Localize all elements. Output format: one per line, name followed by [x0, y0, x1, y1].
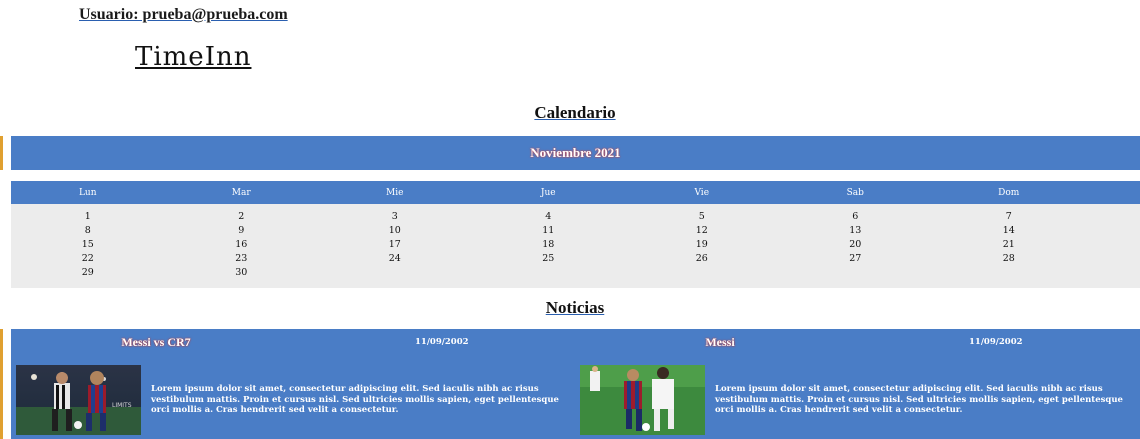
- soccer-photo-icon: LIMITS: [16, 365, 141, 435]
- news-card-title[interactable]: Messi vs CR7: [11, 335, 301, 350]
- day-column-dom: 7 14 21 28: [932, 210, 1086, 288]
- month-label: Noviembre 2021: [530, 145, 621, 160]
- calendar-day[interactable]: 21: [1003, 238, 1015, 252]
- calendar-day[interactable]: 15: [82, 238, 94, 252]
- user-label[interactable]: Usuario: prueba@prueba.com: [79, 6, 288, 24]
- calendar-day[interactable]: 11: [542, 224, 554, 238]
- calendar-day[interactable]: 10: [389, 224, 401, 238]
- news-title[interactable]: Noticias: [0, 298, 1140, 318]
- weekday-header-row: Lun Mar Mie Jue Vie Sab Dom: [11, 181, 1140, 204]
- calendar-day[interactable]: 12: [696, 224, 708, 238]
- calendar-day[interactable]: 9: [238, 224, 244, 238]
- calendar-day[interactable]: 13: [849, 224, 861, 238]
- news-photo-soccer[interactable]: [580, 365, 705, 435]
- news-card-title[interactable]: Messi: [575, 335, 865, 350]
- day-column-lun: 1 8 15 22 29: [11, 210, 165, 288]
- left-accent-news: [0, 329, 3, 439]
- calendar-day[interactable]: 2: [238, 210, 244, 224]
- calendar-day[interactable]: 18: [542, 238, 554, 252]
- day-column-vie: 5 12 19 26: [625, 210, 779, 288]
- calendar-title[interactable]: Calendario: [0, 103, 1140, 123]
- calendar-day[interactable]: 4: [545, 210, 551, 224]
- weekday-jue: Jue: [540, 187, 556, 198]
- calendar-day[interactable]: 25: [542, 252, 554, 266]
- news-card-body: Lorem ipsum dolor sit amet, consectetur …: [151, 384, 559, 415]
- weekday-mar: Mar: [231, 187, 251, 198]
- day-column-jue: 4 11 18 25: [472, 210, 626, 288]
- brand-title[interactable]: TimeInn: [135, 42, 251, 72]
- day-column-mar: 2 9 16 23 30: [165, 210, 319, 288]
- weekday-mie: Mie: [386, 187, 404, 198]
- calendar-day[interactable]: 26: [696, 252, 708, 266]
- weekday-vie: Vie: [694, 187, 710, 198]
- calendar-day[interactable]: 19: [696, 238, 708, 252]
- news-card-body: Lorem ipsum dolor sit amet, consectetur …: [715, 384, 1123, 415]
- news-card-2[interactable]: Messi 11/09/2002 Lorem ipsum dolor sit a…: [575, 329, 1135, 439]
- month-header: Noviembre 2021: [11, 136, 1140, 170]
- calendar-day[interactable]: 20: [849, 238, 861, 252]
- calendar-day[interactable]: 7: [1006, 210, 1012, 224]
- calendar-day[interactable]: 29: [82, 266, 94, 280]
- weekday-lun: Lun: [78, 187, 97, 198]
- news-card-date: 11/09/2002: [969, 337, 1023, 347]
- soccer-photo-icon: [580, 365, 705, 435]
- calendar-day[interactable]: 27: [849, 252, 861, 266]
- news-photo-soccer[interactable]: LIMITS: [16, 365, 141, 435]
- calendar-day[interactable]: 28: [1003, 252, 1015, 266]
- calendar-day[interactable]: 5: [699, 210, 705, 224]
- calendar-day[interactable]: 22: [82, 252, 94, 266]
- calendar-day[interactable]: 14: [1003, 224, 1015, 238]
- news-section: Messi vs CR7 11/09/2002 LIMITS Lorem ips…: [11, 329, 1140, 439]
- calendar-day[interactable]: 30: [235, 266, 247, 280]
- news-card-date: 11/09/2002: [415, 337, 469, 347]
- page: Usuario: prueba@prueba.com TimeInn Calen…: [0, 0, 1140, 439]
- calendar-day[interactable]: 8: [85, 224, 91, 238]
- day-column-mie: 3 10 17 24: [318, 210, 472, 288]
- calendar-days-grid: 1 8 15 22 29 2 9 16 23 30 3 10 17 24 4 1…: [11, 204, 1140, 288]
- news-card-1[interactable]: Messi vs CR7 11/09/2002 LIMITS Lorem ips…: [11, 329, 571, 439]
- calendar-day[interactable]: 16: [235, 238, 247, 252]
- weekday-sab: Sab: [846, 187, 864, 198]
- svg-text:LIMITS: LIMITS: [112, 402, 132, 409]
- calendar-day[interactable]: 6: [852, 210, 858, 224]
- calendar-day[interactable]: 23: [235, 252, 247, 266]
- left-accent-calendar: [0, 136, 3, 170]
- calendar-day[interactable]: 17: [389, 238, 401, 252]
- weekday-dom: Dom: [998, 187, 1020, 198]
- calendar-day[interactable]: 1: [85, 210, 91, 224]
- day-column-sab: 6 13 20 27: [779, 210, 933, 288]
- calendar-day[interactable]: 3: [392, 210, 398, 224]
- calendar-day[interactable]: 24: [389, 252, 401, 266]
